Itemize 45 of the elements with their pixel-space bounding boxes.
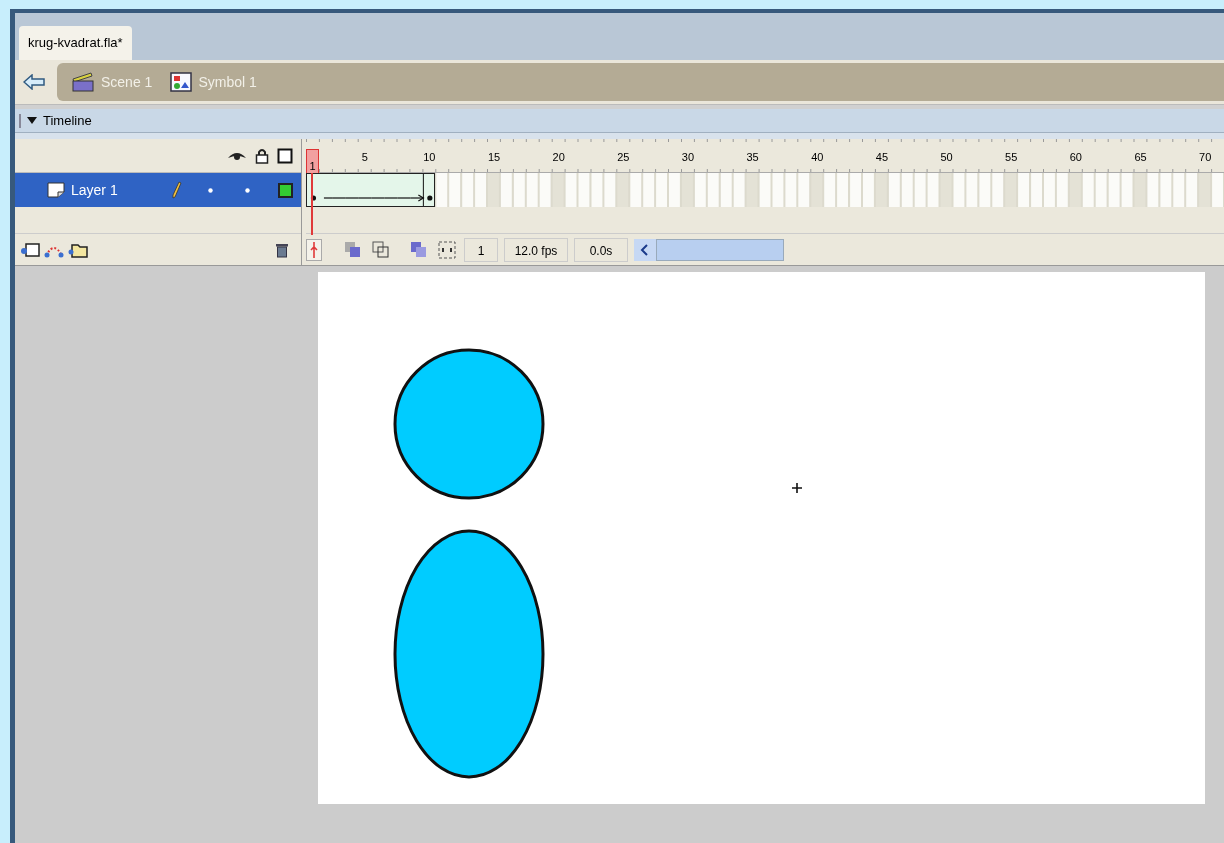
current-frame-field[interactable]: 1 bbox=[464, 237, 498, 262]
back-arrow-icon[interactable] bbox=[23, 74, 45, 90]
frame-number: 60 bbox=[1068, 150, 1083, 165]
layer-row[interactable]: Layer 1 bbox=[15, 173, 301, 207]
crosshair-icon bbox=[791, 482, 803, 494]
frame-rate-field[interactable]: 12.0 fps bbox=[504, 237, 568, 262]
frame-number: 25 bbox=[616, 150, 631, 165]
frame-number: 15 bbox=[486, 150, 502, 165]
layer-icon bbox=[47, 182, 65, 198]
frame-number: 45 bbox=[874, 150, 890, 165]
playhead-line[interactable] bbox=[311, 173, 314, 235]
frame-number: 50 bbox=[939, 150, 954, 165]
panel-title: Timeline bbox=[43, 111, 92, 130]
outline-color-swatch[interactable] bbox=[278, 182, 293, 198]
clapperboard-icon bbox=[71, 72, 95, 92]
frame-number: 65 bbox=[1133, 150, 1148, 165]
lock-icon[interactable] bbox=[255, 147, 269, 164]
layer-name: Layer 1 bbox=[71, 180, 119, 200]
frame-number: 30 bbox=[680, 150, 696, 165]
frame-number: 35 bbox=[745, 150, 760, 165]
dot-icon[interactable] bbox=[208, 187, 213, 193]
frame-number: 20 bbox=[551, 150, 566, 165]
trash-icon[interactable] bbox=[275, 241, 289, 258]
scroll-left-icon[interactable] bbox=[634, 238, 656, 261]
frame-number: 10 bbox=[422, 150, 437, 165]
frame-number: 70 bbox=[1198, 150, 1213, 165]
folder-icon[interactable] bbox=[67, 241, 89, 258]
collapse-triangle-icon[interactable] bbox=[27, 116, 37, 125]
frame-number: 5 bbox=[360, 150, 369, 165]
elapsed-time-field[interactable]: 0.0s bbox=[574, 237, 628, 262]
document-tab[interactable]: krug-kvadrat.fla* bbox=[19, 26, 132, 60]
motion-tween-span[interactable] bbox=[306, 173, 436, 207]
center-frame-icon[interactable] bbox=[306, 238, 322, 261]
dot-icon[interactable] bbox=[245, 187, 250, 193]
horizontal-scrollbar[interactable] bbox=[634, 237, 784, 262]
onion-outline-icon[interactable] bbox=[370, 238, 392, 261]
frame-ruler[interactable]: 1 5 10 15 20 25 30 35 40 45 50 55 60 65 70 bbox=[306, 139, 1224, 173]
pencil-icon bbox=[172, 181, 182, 199]
add-layer-icon[interactable] bbox=[19, 241, 41, 258]
onion-markers-icon[interactable] bbox=[436, 238, 458, 261]
frame-number: 40 bbox=[810, 150, 825, 165]
panel-header[interactable]: Timeline bbox=[15, 109, 1224, 133]
outline-square-icon[interactable] bbox=[277, 147, 293, 164]
frame-number: 55 bbox=[1004, 150, 1019, 165]
symbol-icon bbox=[170, 72, 193, 92]
